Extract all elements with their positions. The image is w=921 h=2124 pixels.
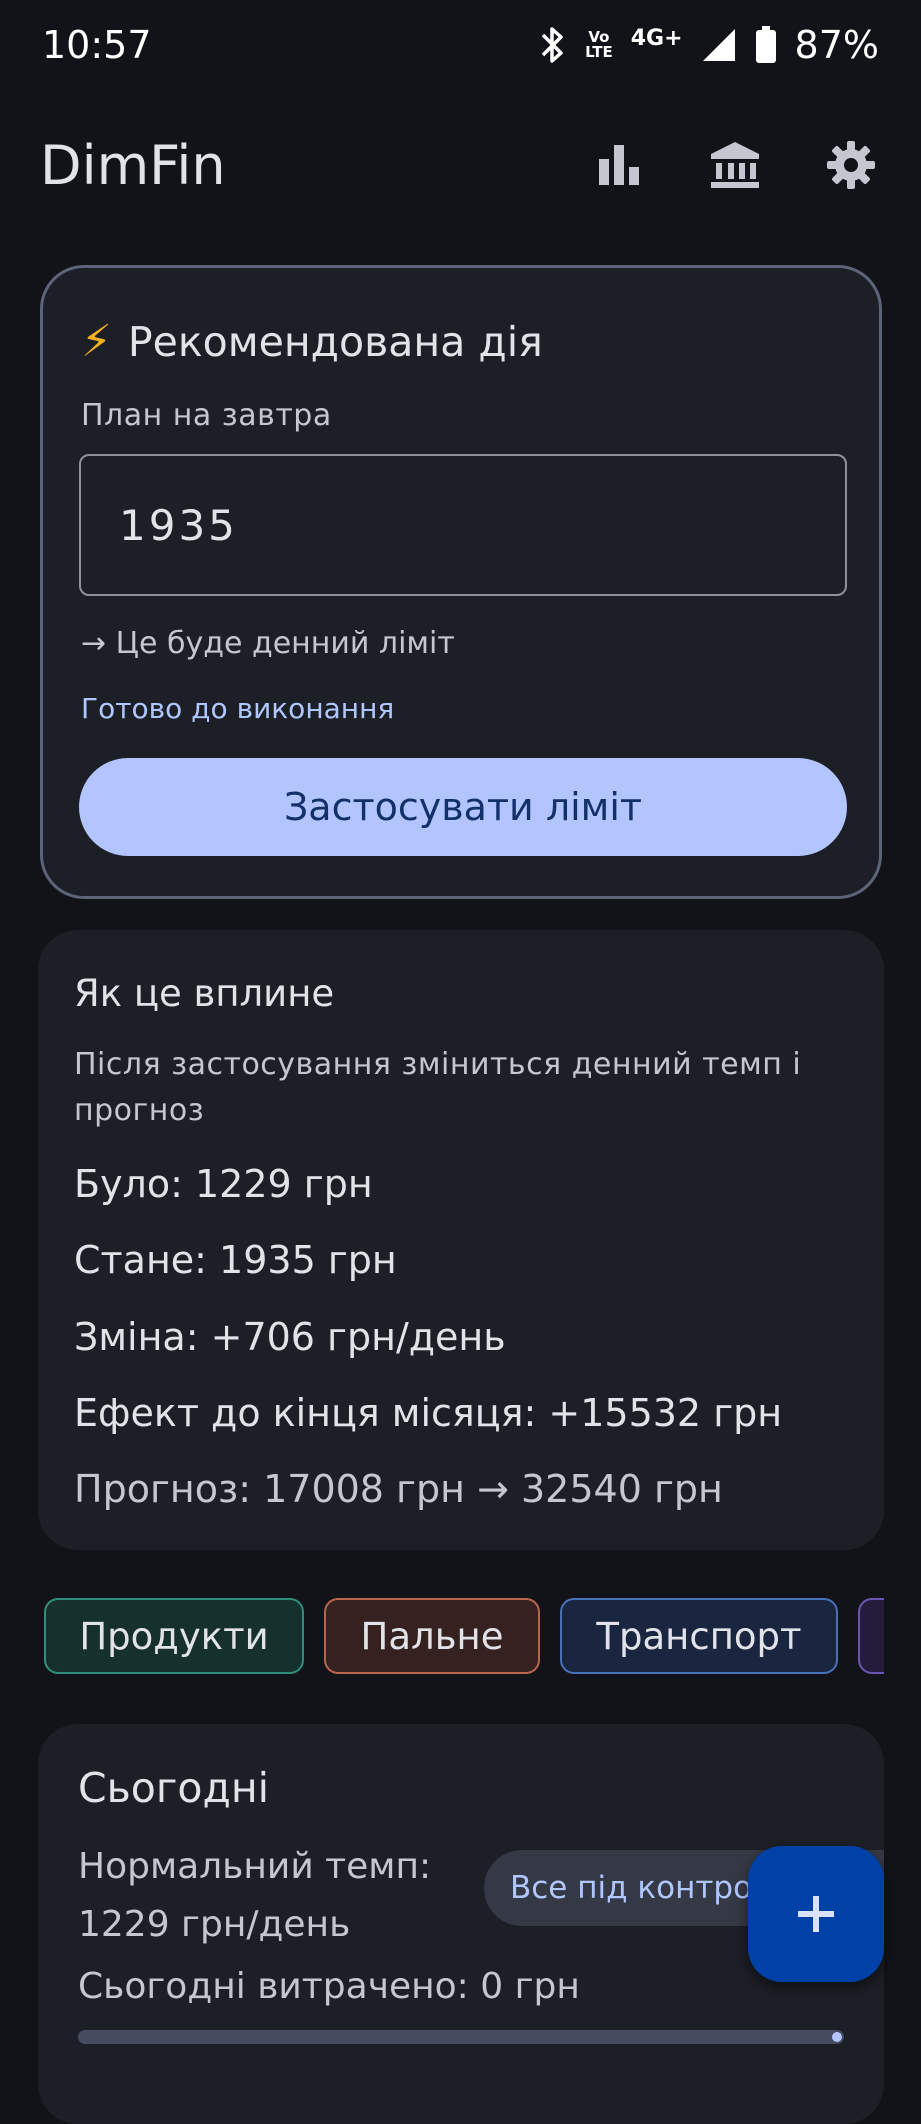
status-time: 10:57	[42, 23, 152, 67]
normal-tempo-label: Нормальний темп:	[78, 1846, 432, 1887]
chip-more[interactable]	[858, 1598, 884, 1674]
gear-icon[interactable]	[821, 135, 881, 195]
today-title: Сьогодні	[78, 1764, 270, 1812]
apply-limit-button[interactable]: Застосувати ліміт	[79, 758, 847, 856]
battery-percent: 87%	[794, 23, 879, 67]
lightning-icon: ⚡	[81, 316, 112, 367]
chip-transport[interactable]: Транспорт	[560, 1598, 838, 1674]
plan-input[interactable]: 1935	[79, 454, 847, 596]
category-chips: Продукти Пальне Транспорт	[0, 1598, 884, 1676]
add-expense-button[interactable]	[748, 1846, 884, 1982]
spending-progress-bar	[78, 2030, 844, 2044]
impact-description: Після застосування зміниться денний темп…	[74, 1047, 802, 1128]
progress-indicator	[832, 2032, 842, 2042]
ready-status: Готово до виконання	[81, 692, 395, 725]
bluetooth-icon	[537, 25, 567, 65]
month-effect-value: Ефект до кінця місяця: +15532 грн	[74, 1391, 783, 1435]
chip-palne[interactable]: Пальне	[324, 1598, 540, 1674]
normal-tempo: Нормальний темп: 1229 грн/день	[78, 1838, 431, 1954]
card-title-text: Рекомендована дія	[127, 317, 543, 366]
impact-card: Як це вплине Після застосування змінитьс…	[38, 930, 884, 1550]
signal-icon	[701, 27, 737, 63]
plan-field-label: План на завтра	[81, 398, 332, 433]
will-be-value: Стане: 1935 грн	[74, 1238, 397, 1282]
impact-title: Як це вплине	[74, 972, 335, 1015]
change-value: Зміна: +706 грн/день	[74, 1315, 506, 1359]
was-value: Було: 1229 грн	[74, 1162, 373, 1206]
bar-chart-icon[interactable]	[589, 135, 649, 195]
app-actions	[589, 135, 881, 195]
app-title: DimFin	[40, 133, 226, 197]
bank-icon[interactable]	[705, 135, 765, 195]
limit-hint: → Це буде денний ліміт	[81, 626, 455, 661]
network-type: 4G+	[630, 25, 683, 51]
spent-today: Сьогодні витрачено: 0 грн	[78, 1966, 580, 2007]
volte-icon: Vo LTE	[585, 28, 613, 61]
recommended-action-card: ⚡ Рекомендована дія План на завтра 1935 …	[40, 265, 882, 899]
card-title: ⚡ Рекомендована дія	[81, 316, 543, 367]
chip-produkty[interactable]: Продукти	[44, 1598, 304, 1674]
plus-icon	[798, 1896, 834, 1932]
status-bar: 10:57 Vo LTE 4G+ 87%	[0, 0, 921, 90]
battery-icon	[755, 26, 777, 64]
forecast-value: Прогноз: 17008 грн → 32540 грн	[74, 1467, 723, 1511]
normal-tempo-value: 1229 грн/день	[78, 1904, 351, 1945]
app-bar: DimFin	[0, 110, 921, 220]
status-icons: Vo LTE 4G+ 87%	[537, 23, 879, 67]
